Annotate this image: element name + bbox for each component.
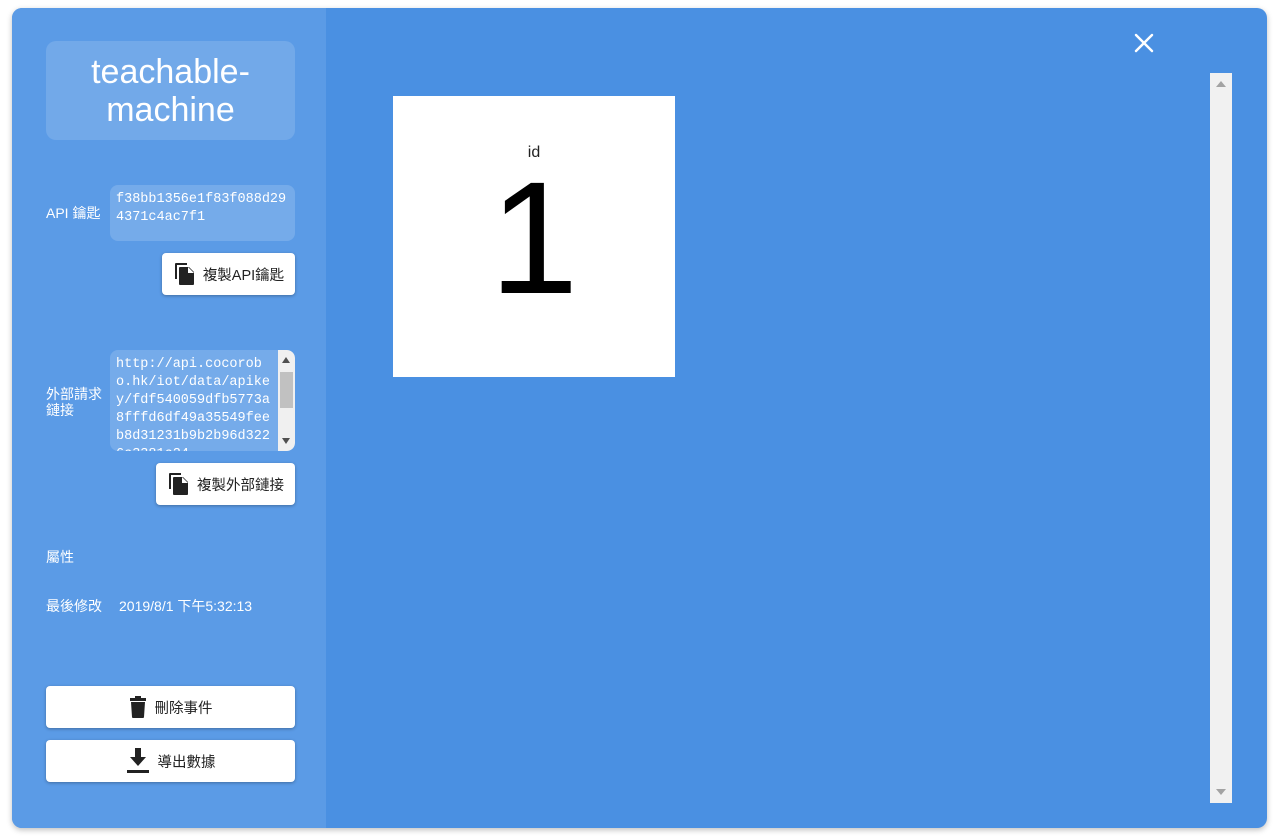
export-data-button[interactable]: 導出數據 [46, 740, 295, 782]
copy-api-key-label: 複製API鑰匙 [202, 267, 285, 284]
export-data-label: 導出數據 [157, 754, 216, 771]
api-key-label: API 鑰匙 [46, 205, 101, 221]
last-modified-label: 最後修改 [46, 598, 102, 614]
download-icon [126, 748, 150, 774]
property-card-value: 1 [489, 148, 579, 327]
main-scrollbar[interactable] [1210, 73, 1232, 803]
scroll-thumb[interactable] [280, 372, 293, 408]
sidebar: teachable-machine API 鑰匙 f38bb1356e1f83f… [12, 8, 326, 828]
close-icon [1134, 33, 1154, 53]
close-button[interactable] [1133, 32, 1155, 54]
api-key-field[interactable]: f38bb1356e1f83f088d294371c4ac7f1 [110, 185, 295, 241]
copy-icon [167, 472, 189, 496]
delete-event-button[interactable]: 刪除事件 [46, 686, 295, 728]
copy-api-key-button[interactable]: 複製API鑰匙 [162, 253, 295, 295]
scroll-down-arrow-icon[interactable] [1216, 789, 1226, 795]
event-title-box: teachable-machine [46, 41, 295, 140]
delete-event-label: 刪除事件 [154, 700, 213, 717]
copy-icon [173, 262, 195, 286]
external-link-field[interactable]: http://api.cocorobo.hk/iot/data/apikey/f… [110, 350, 295, 451]
last-modified-value: 2019/8/1 下午5:32:13 [119, 598, 253, 614]
scroll-up-arrow-icon[interactable] [1216, 81, 1226, 87]
property-card: id 1 [393, 96, 675, 377]
event-title: teachable-machine [91, 52, 250, 129]
copy-external-link-button[interactable]: 複製外部鏈接 [156, 463, 295, 505]
copy-external-link-label: 複製外部鏈接 [197, 477, 284, 494]
external-link-scrollbar[interactable] [278, 350, 295, 451]
event-detail-modal: teachable-machine API 鑰匙 f38bb1356e1f83f… [12, 8, 1267, 828]
external-link-value: http://api.cocorobo.hk/iot/data/apikey/f… [116, 357, 270, 451]
scroll-down-arrow-icon[interactable] [282, 438, 290, 444]
properties-label: 屬性 [46, 549, 74, 565]
trash-icon [129, 696, 147, 718]
scroll-up-arrow-icon[interactable] [282, 357, 290, 363]
external-link-label: 外部請求鏈接 [46, 386, 102, 418]
